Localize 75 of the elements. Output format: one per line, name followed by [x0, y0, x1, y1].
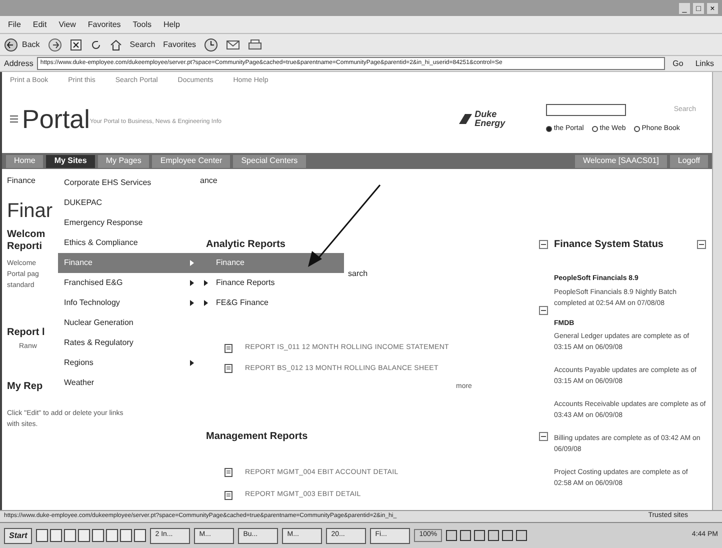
home-icon[interactable]	[110, 38, 122, 50]
section-heading: Reporti	[7, 241, 42, 253]
window-control[interactable]: □	[693, 2, 704, 14]
menu-item[interactable]: Finance Reports	[200, 273, 344, 293]
menu-item[interactable]: Corporate EHS Services	[58, 173, 200, 193]
document-icon	[224, 468, 233, 478]
tray-icon[interactable]	[446, 530, 458, 541]
duke-energy-logo: Duke Energy	[456, 110, 546, 128]
document-icon	[224, 490, 233, 500]
menu-item[interactable]: Franchised E&G	[58, 273, 200, 293]
page-title: Finar	[7, 199, 53, 223]
quick-launch-icon[interactable]	[106, 529, 118, 542]
favorites-button[interactable]: Favorites	[163, 38, 196, 50]
go-button[interactable]: Go	[668, 58, 688, 70]
search-button[interactable]: Search	[130, 38, 156, 50]
refresh-icon[interactable]	[90, 38, 102, 50]
menu-item[interactable]: Weather	[58, 373, 200, 393]
collapse-icon[interactable]	[539, 306, 548, 315]
window-control[interactable]: _	[679, 2, 690, 14]
menu-item[interactable]: Info Technology	[58, 293, 200, 313]
menu-item[interactable]: Regions	[58, 353, 200, 373]
tray-icon[interactable]	[460, 530, 472, 541]
menu-item[interactable]: Edit	[32, 18, 47, 30]
menu-item[interactable]: FE&G Finance	[200, 293, 344, 313]
tray-icon[interactable]	[516, 530, 528, 541]
document-icon	[224, 344, 233, 353]
tray-icon[interactable]	[474, 530, 486, 541]
quick-launch-icon[interactable]	[36, 529, 48, 542]
menu-item[interactable]: Favorites	[88, 18, 121, 30]
quick-launch-icon[interactable]	[120, 529, 132, 542]
address-label: Address	[4, 58, 34, 70]
menu-item[interactable]: Tools	[132, 18, 152, 30]
menu-item[interactable]: Ethics & Compliance	[58, 233, 200, 253]
portal-title: Portal	[22, 102, 90, 136]
links-button[interactable]: Links	[691, 58, 718, 70]
quick-launch-icon[interactable]	[78, 529, 90, 542]
tray-icon[interactable]	[488, 530, 500, 541]
panel-title: Finance System Status	[554, 238, 664, 252]
nav-tab[interactable]: My Sites	[46, 154, 95, 168]
history-icon[interactable]	[204, 38, 218, 52]
window-control[interactable]: ×	[707, 2, 718, 14]
section-heading: Welcom	[7, 229, 46, 241]
quick-launch-icon[interactable]	[134, 529, 146, 542]
background-text: sarch	[348, 268, 368, 280]
collapse-icon[interactable]	[539, 240, 548, 249]
document-icon	[224, 364, 233, 374]
breadcrumb: ance	[200, 175, 218, 187]
mail-icon[interactable]	[226, 38, 240, 50]
stop-icon[interactable]	[70, 38, 82, 50]
section-heading: Report l	[7, 326, 45, 340]
collapse-icon[interactable]	[539, 432, 548, 440]
menu-item[interactable]: Finance	[200, 253, 344, 273]
back-button[interactable]: Back	[4, 38, 40, 52]
menu-item[interactable]: Help	[163, 18, 180, 30]
menu-item[interactable]: Rates & Regulatory	[58, 333, 200, 353]
quick-launch-icon[interactable]	[92, 529, 104, 542]
menu-item[interactable]: Finance	[58, 253, 200, 273]
quick-launch-icon[interactable]	[50, 529, 62, 542]
menu-item[interactable]: DUKEPAC	[58, 193, 200, 213]
print-icon[interactable]	[248, 38, 262, 50]
menu-item[interactable]: Nuclear Generation	[58, 313, 200, 333]
section-heading: Management Reports	[206, 430, 308, 444]
section-heading: Analytic Reports	[206, 238, 286, 252]
menu-item[interactable]: View	[58, 18, 76, 30]
menu-item[interactable]: File	[8, 18, 21, 30]
quick-launch-icon[interactable]	[64, 529, 76, 542]
scrollbar[interactable]	[712, 72, 722, 510]
breadcrumb[interactable]: Finance	[7, 175, 36, 187]
menu-item[interactable]: Emergency Response	[58, 213, 200, 233]
section-heading: My Rep	[7, 380, 43, 394]
collapse-icon[interactable]	[697, 240, 706, 249]
lines-icon	[10, 114, 18, 124]
start-button[interactable]: Start	[4, 528, 32, 544]
tray-icon[interactable]	[502, 530, 514, 541]
search-field[interactable]	[546, 104, 626, 116]
